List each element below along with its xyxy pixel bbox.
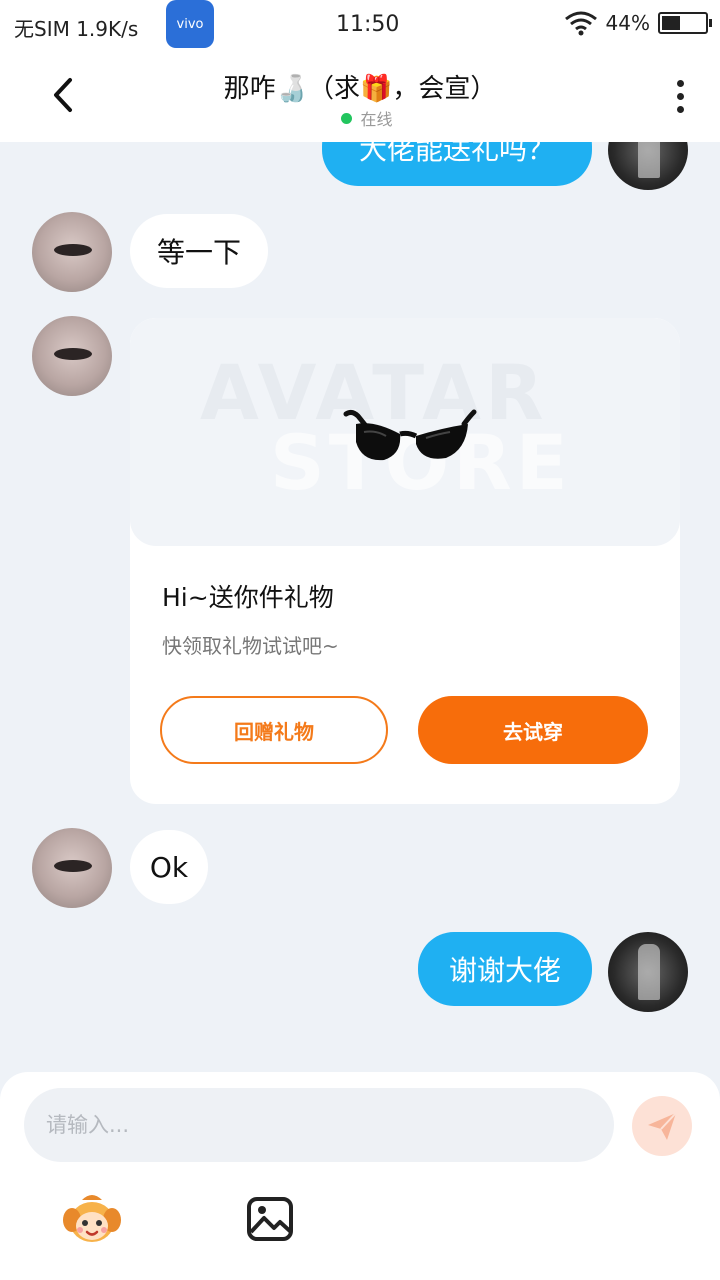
avatar-contact[interactable] xyxy=(32,212,112,292)
gift-card-subtitle: 快领取礼物试试吧~ xyxy=(162,634,339,658)
message-composer xyxy=(0,1072,720,1280)
gift-card-title: Hi~送你件礼物 xyxy=(162,583,334,612)
emoji-icon[interactable] xyxy=(60,1190,124,1248)
clock: 11:50 xyxy=(336,12,400,37)
message-text: 谢谢大佬 xyxy=(448,954,561,987)
message-text: Ok xyxy=(149,850,189,884)
message-bubble-incoming[interactable]: 等一下 xyxy=(130,214,268,288)
send-icon xyxy=(648,1112,677,1140)
online-status: 在线 xyxy=(0,106,720,130)
try-on-button[interactable]: 去试穿 xyxy=(418,696,648,764)
online-label: 在线 xyxy=(360,110,393,129)
avatar-contact[interactable] xyxy=(32,316,112,396)
chat-header: 那咋🍶（求🎁，会宣） 在线 xyxy=(0,50,720,142)
message-text: 等一下 xyxy=(156,236,241,269)
battery-percent: 44% xyxy=(605,11,650,35)
message-bubble-outgoing[interactable]: 谢谢大佬 xyxy=(418,932,592,1006)
gift-card: AVATAR STORE Hi~送你件礼物 快领取礼物试试吧~ 回赠礼物 去试穿 xyxy=(130,318,680,804)
online-dot-icon xyxy=(341,112,353,124)
sunglasses-icon xyxy=(343,409,477,461)
message-bubble-incoming[interactable]: Ok xyxy=(130,830,208,904)
status-bar: 无SIM 1.9K/s vivo 11:50 44% xyxy=(0,0,720,50)
more-vertical-icon[interactable] xyxy=(674,80,686,116)
chat-title: 那咋🍶（求🎁，会宣） xyxy=(223,74,497,104)
wifi-icon xyxy=(564,11,597,36)
vivo-badge: vivo xyxy=(166,0,214,48)
avatar-contact[interactable] xyxy=(32,828,112,908)
carrier-text: 无SIM 1.9K/s xyxy=(14,17,139,41)
send-button[interactable] xyxy=(632,1096,692,1156)
return-gift-button[interactable]: 回赠礼物 xyxy=(160,696,388,764)
gift-preview-image[interactable]: AVATAR STORE xyxy=(130,318,680,546)
image-icon[interactable] xyxy=(246,1196,294,1242)
message-input[interactable] xyxy=(24,1088,614,1162)
battery-fill xyxy=(662,16,681,30)
battery-icon xyxy=(658,12,712,34)
avatar-self[interactable] xyxy=(608,932,688,1012)
status-icons: 44% xyxy=(564,10,712,36)
